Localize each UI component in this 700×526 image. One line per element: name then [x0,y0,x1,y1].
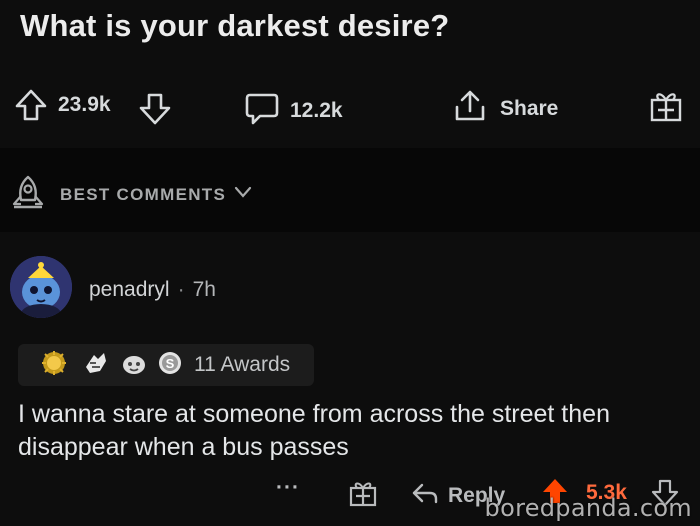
upvote-arrow-icon [14,88,48,127]
downvote-arrow-icon [138,92,172,131]
username-link[interactable]: penadryl [89,278,170,302]
rocket-icon [10,174,46,215]
hugz-award-icon [82,349,110,382]
sort-label: BEST COMMENTS [60,184,227,204]
gift-icon [648,88,684,129]
downvote-button[interactable] [138,92,172,131]
share-label: Share [500,96,559,120]
awards-count: 11 Awards [194,353,291,376]
svg-text:S: S [166,356,175,371]
comment-count: 12.2k [290,98,343,122]
comment-sort-dropdown[interactable]: BEST COMMENTS [10,174,252,215]
share-icon [452,88,488,129]
awards-bar[interactable]: S 11 Awards [18,344,314,386]
post-vote-count: 23.9k [58,93,111,116]
comments-button[interactable]: 12.2k [244,90,343,131]
wholesome-award-icon [120,349,148,382]
gold-award-icon [40,349,68,382]
comment: penadryl · 7h S 11 Awards I wanna stare … [0,232,700,526]
give-award-button[interactable] [348,478,378,513]
comment-body: I wanna stare at someone from across the… [18,400,610,461]
reply-arrow-icon [410,478,440,513]
watermark: boredpanda.com [484,494,692,522]
meta-separator: · [177,278,185,301]
gift-icon [348,478,378,513]
post-title: What is your darkest desire? [20,8,450,43]
upvote-button[interactable] [14,88,48,127]
share-button[interactable]: Share [452,88,558,129]
post-action-bar: 23.9k 12.2k Share [0,70,700,145]
comment-time: 7h [192,278,216,301]
comment-meta: penadryl · 7h [89,278,216,302]
comment-bubble-icon [244,90,280,131]
chevron-down-icon [234,185,252,204]
more-options-button[interactable]: ··· [276,476,300,500]
user-avatar[interactable] [10,256,72,318]
silver-award-icon: S [156,349,184,382]
award-post-button[interactable] [648,88,684,129]
